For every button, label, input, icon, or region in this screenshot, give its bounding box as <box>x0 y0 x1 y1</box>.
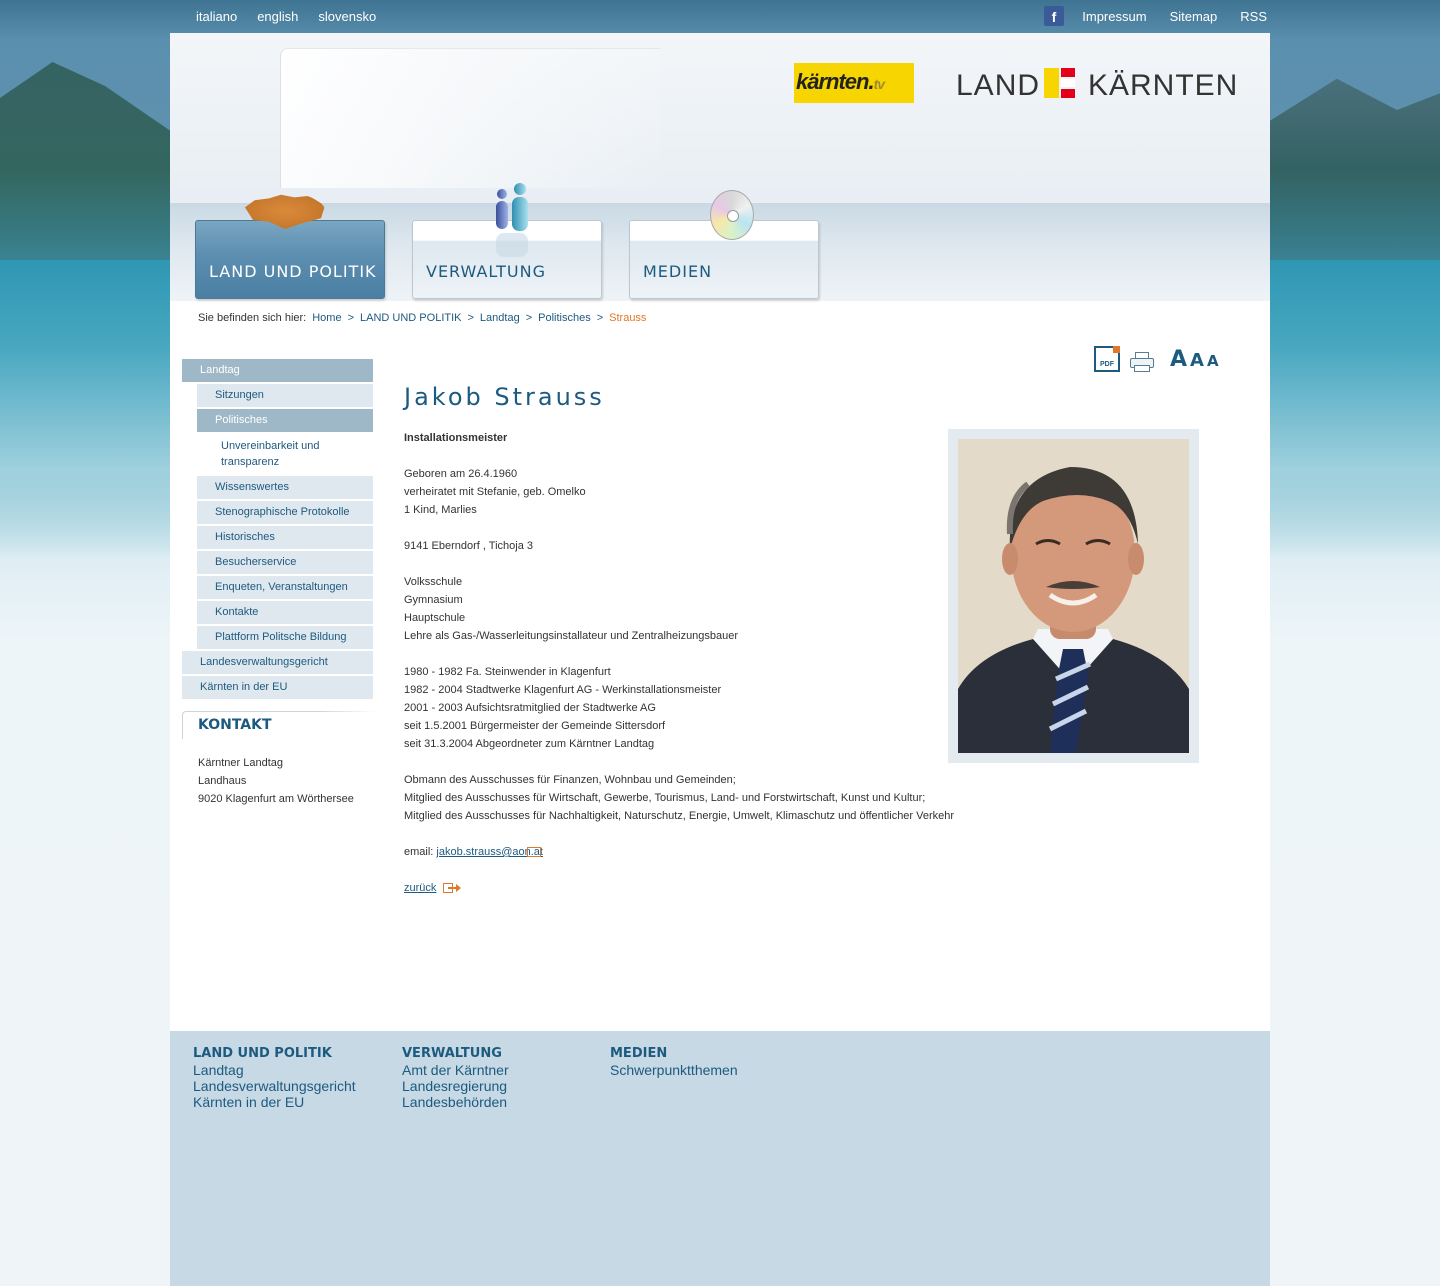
logo-kaernten-text: KÄRNTEN <box>1088 69 1239 102</box>
kontakt-line: Landhaus <box>198 775 247 787</box>
breadcrumb: Sie befinden sich hier: Home > LAND UND … <box>198 312 646 324</box>
breadcrumb-prefix: Sie befinden sich hier: <box>198 312 307 324</box>
font-size-medium-button[interactable]: A <box>1190 350 1204 371</box>
background-mountains-left <box>0 62 175 290</box>
sitemap-link[interactable]: Sitemap <box>1170 9 1218 24</box>
sidebar-item-historisches[interactable]: Historisches <box>197 526 373 549</box>
lang-slovensko-link[interactable]: slovensko <box>318 9 376 24</box>
logo-land-text: LAND <box>956 69 1041 102</box>
sidebar-navigation: Landtag Sitzungen Politisches Unvereinba… <box>182 359 373 701</box>
kontakt-line: 9020 Klagenfurt am Wörthersee <box>198 793 354 805</box>
nav-tab-label: VERWALTUNG <box>426 262 546 281</box>
nav-tab-land-und-politik[interactable]: LAND UND POLITIK <box>195 220 385 299</box>
breadcrumb-landtag[interactable]: Landtag <box>480 312 520 324</box>
sidebar-item-unvereinbarkeit[interactable]: Unvereinbarkeit und transparenz <box>197 434 373 474</box>
footer-link[interactable]: Landtag <box>193 1062 356 1078</box>
font-size-small-button[interactable]: A <box>1207 352 1219 370</box>
breadcrumb-politisches[interactable]: Politisches <box>538 312 591 324</box>
land-kaernten-logo[interactable]: LAND KÄRNTEN <box>956 68 1237 102</box>
print-icon[interactable] <box>1130 352 1154 372</box>
pdf-icon-label: PDF <box>1100 361 1114 368</box>
breadcrumb-separator: > <box>596 312 604 324</box>
portrait-frame <box>948 429 1199 763</box>
utility-links: Impressum Sitemap RSS <box>1082 9 1267 24</box>
kontakt-title: KONTAKT <box>182 711 377 739</box>
footer-link[interactable]: Amt der Kärntner <box>402 1062 509 1078</box>
sidebar-item-stenographische-protokolle[interactable]: Stenographische Protokolle <box>197 501 373 524</box>
cd-icon <box>710 190 754 240</box>
footer-link[interactable]: Landesbehörden <box>402 1094 509 1110</box>
language-switcher: italiano english slovensko <box>196 9 376 24</box>
breadcrumb-separator: > <box>347 312 355 324</box>
impressum-link[interactable]: Impressum <box>1082 9 1146 24</box>
email-label: email: <box>404 846 434 858</box>
kontakt-line: Kärntner Landtag <box>198 757 284 769</box>
kaernten-tv-logo[interactable]: kärnten.tv <box>794 63 914 103</box>
coat-of-arms-icon <box>1044 68 1076 98</box>
portrait-photo <box>958 439 1189 753</box>
kontakt-address: Kärntner Landtag Landhaus 9020 Klagenfur… <box>182 739 377 808</box>
footer-heading[interactable]: VERWALTUNG <box>402 1046 509 1062</box>
profile-committee-line: Mitglied des Ausschusses für Nachhaltigk… <box>404 810 955 822</box>
background-lake-left <box>0 260 172 560</box>
kaernten-tv-logo-suffix: tv <box>873 76 885 92</box>
lang-italiano-link[interactable]: italiano <box>196 9 237 24</box>
sidebar-item-politisches[interactable]: Politisches <box>197 409 373 432</box>
footer-column-verwaltung: VERWALTUNG Amt der Kärntner Landesregier… <box>402 1046 509 1110</box>
page-title: Jakob Strauss <box>404 383 605 411</box>
sidebar-item-besucherservice[interactable]: Besucherservice <box>197 551 373 574</box>
back-row: zurück <box>404 879 1044 897</box>
envelope-icon <box>526 847 541 858</box>
footer-link[interactable]: Schwerpunktthemen <box>610 1062 738 1078</box>
footer-heading[interactable]: MEDIEN <box>610 1046 738 1062</box>
footer-heading[interactable]: LAND UND POLITIK <box>193 1046 356 1062</box>
breadcrumb-home[interactable]: Home <box>312 312 341 324</box>
breadcrumb-separator: > <box>467 312 474 324</box>
breadcrumb-separator: > <box>525 312 533 324</box>
sidebar-item-kontakte[interactable]: Kontakte <box>197 601 373 624</box>
sidebar-item-landtag[interactable]: Landtag <box>182 359 373 382</box>
sidebar-item-enqueten[interactable]: Enqueten, Veranstaltungen <box>197 576 373 599</box>
back-link[interactable]: zurück <box>404 882 436 894</box>
footer-column-land-und-politik: LAND UND POLITIK Landtag Landesverwaltun… <box>193 1046 356 1110</box>
font-size-switcher: A A A <box>1170 347 1219 372</box>
facebook-icon[interactable]: f <box>1044 6 1064 26</box>
breadcrumb-land-und-politik[interactable]: LAND UND POLITIK <box>360 312 461 324</box>
footer-column-medien: MEDIEN Schwerpunktthemen <box>610 1046 738 1078</box>
breadcrumb-current: Strauss <box>609 312 647 324</box>
portrait-illustration <box>958 439 1189 753</box>
sidebar-item-plattform-bildung[interactable]: Plattform Politsche Bildung <box>197 626 373 649</box>
footer-link[interactable]: Landesverwaltungsgericht <box>193 1078 356 1094</box>
nav-tab-label: MEDIEN <box>643 262 713 281</box>
people-icon <box>496 183 528 257</box>
footer: LAND UND POLITIK Landtag Landesverwaltun… <box>170 1031 1270 1286</box>
kontakt-box: KONTAKT Kärntner Landtag Landhaus 9020 K… <box>182 711 377 808</box>
profile-committee-line: Mitglied des Ausschusses für Wirtschaft,… <box>404 792 926 804</box>
sidebar-item-sitzungen[interactable]: Sitzungen <box>197 384 373 407</box>
lang-english-link[interactable]: english <box>257 9 298 24</box>
background-mountains-right <box>1268 78 1440 290</box>
footer-link[interactable]: Kärnten in der EU <box>193 1094 356 1110</box>
sidebar-item-kaernten-in-der-eu[interactable]: Kärnten in der EU <box>182 676 373 699</box>
background-lake-right <box>1268 260 1440 560</box>
profile-committee-line: Obmann des Ausschusses für Finanzen, Woh… <box>404 774 736 786</box>
font-size-large-button[interactable]: A <box>1170 347 1187 372</box>
kaernten-tv-logo-text: kärnten. <box>796 69 875 94</box>
profile-email-row: email: jakob.strauss@aon.at <box>404 843 1044 861</box>
footer-link[interactable]: Landesregierung <box>402 1078 509 1094</box>
header: kärnten.tv LAND KÄRNTEN <box>170 33 1270 203</box>
page-tools: PDF A A A <box>1094 346 1219 372</box>
page-container: kärnten.tv LAND KÄRNTEN LAND UND POLITIK… <box>170 33 1270 1286</box>
rss-link[interactable]: RSS <box>1240 9 1267 24</box>
sidebar-item-wissenswertes[interactable]: Wissenswertes <box>197 476 373 499</box>
pdf-icon[interactable]: PDF <box>1094 346 1120 372</box>
back-arrow-icon[interactable] <box>443 883 462 894</box>
header-decoration <box>280 48 660 188</box>
nav-tab-label: LAND UND POLITIK <box>209 262 377 281</box>
top-bar: italiano english slovensko f Impressum S… <box>0 0 1440 34</box>
sidebar-item-landesverwaltungsgericht[interactable]: Landesverwaltungsgericht <box>182 651 373 674</box>
